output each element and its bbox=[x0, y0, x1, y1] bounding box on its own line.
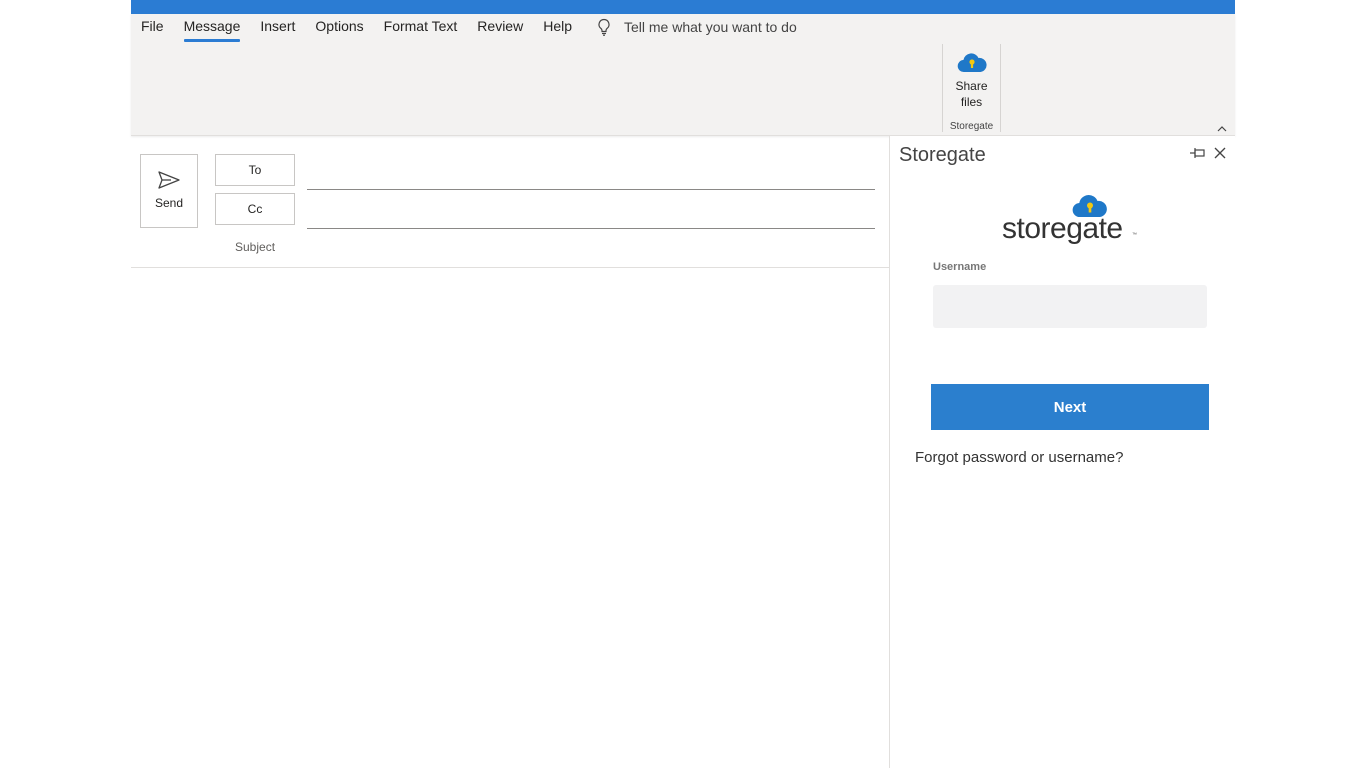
tab-options[interactable]: Options bbox=[305, 14, 373, 40]
lightbulb-icon bbox=[598, 18, 610, 36]
tab-help[interactable]: Help bbox=[533, 14, 582, 40]
message-body[interactable] bbox=[131, 268, 889, 768]
share-files-label-2: files bbox=[960, 95, 983, 109]
ribbon: File Message Insert Options Format Text … bbox=[131, 14, 1235, 136]
logo-trademark: ™ bbox=[1132, 232, 1137, 238]
send-icon bbox=[158, 171, 180, 189]
tab-message[interactable]: Message bbox=[174, 14, 251, 42]
ribbon-tabs: File Message Insert Options Format Text … bbox=[131, 14, 797, 42]
forgot-password-link[interactable]: Forgot password or username? bbox=[915, 449, 1123, 466]
title-bar bbox=[131, 0, 1235, 14]
logo-text: storegate bbox=[1002, 212, 1123, 245]
share-files-button[interactable]: Share files bbox=[943, 46, 1000, 116]
to-button[interactable]: To bbox=[215, 154, 295, 186]
subject-label: Subject bbox=[235, 240, 276, 254]
outlook-compose-window: File Message Insert Options Format Text … bbox=[131, 0, 1235, 768]
tab-file[interactable]: File bbox=[131, 14, 174, 40]
pane-title: Storegate bbox=[899, 144, 986, 166]
tell-me-search[interactable]: Tell me what you want to do bbox=[596, 18, 797, 36]
to-field[interactable] bbox=[307, 189, 875, 190]
close-icon[interactable] bbox=[1214, 147, 1226, 159]
cloud-lock-icon bbox=[957, 53, 987, 73]
collapse-ribbon-icon[interactable] bbox=[1215, 123, 1229, 135]
share-files-label-1: Share bbox=[955, 79, 988, 93]
storegate-ribbon-group: Share files Storegate bbox=[942, 44, 1001, 132]
cc-field[interactable] bbox=[307, 228, 875, 229]
pin-icon[interactable] bbox=[1189, 147, 1207, 159]
storegate-logo: storegate ™ bbox=[1000, 194, 1140, 246]
next-button[interactable]: Next bbox=[931, 384, 1209, 430]
storegate-task-pane: Storegate storegate ™ Username Next Forg… bbox=[890, 136, 1235, 768]
tab-review[interactable]: Review bbox=[467, 14, 533, 40]
send-label: Send bbox=[154, 196, 184, 210]
tab-insert[interactable]: Insert bbox=[250, 14, 305, 40]
compose-area: Send To Cc Subject bbox=[131, 136, 890, 768]
send-button[interactable]: Send bbox=[140, 154, 198, 228]
tell-me-text: Tell me what you want to do bbox=[624, 19, 797, 35]
ribbon-group-label: Storegate bbox=[949, 121, 994, 132]
username-label: Username bbox=[933, 261, 987, 273]
cc-button[interactable]: Cc bbox=[215, 193, 295, 225]
tab-format-text[interactable]: Format Text bbox=[374, 14, 468, 40]
username-input[interactable] bbox=[933, 285, 1207, 328]
